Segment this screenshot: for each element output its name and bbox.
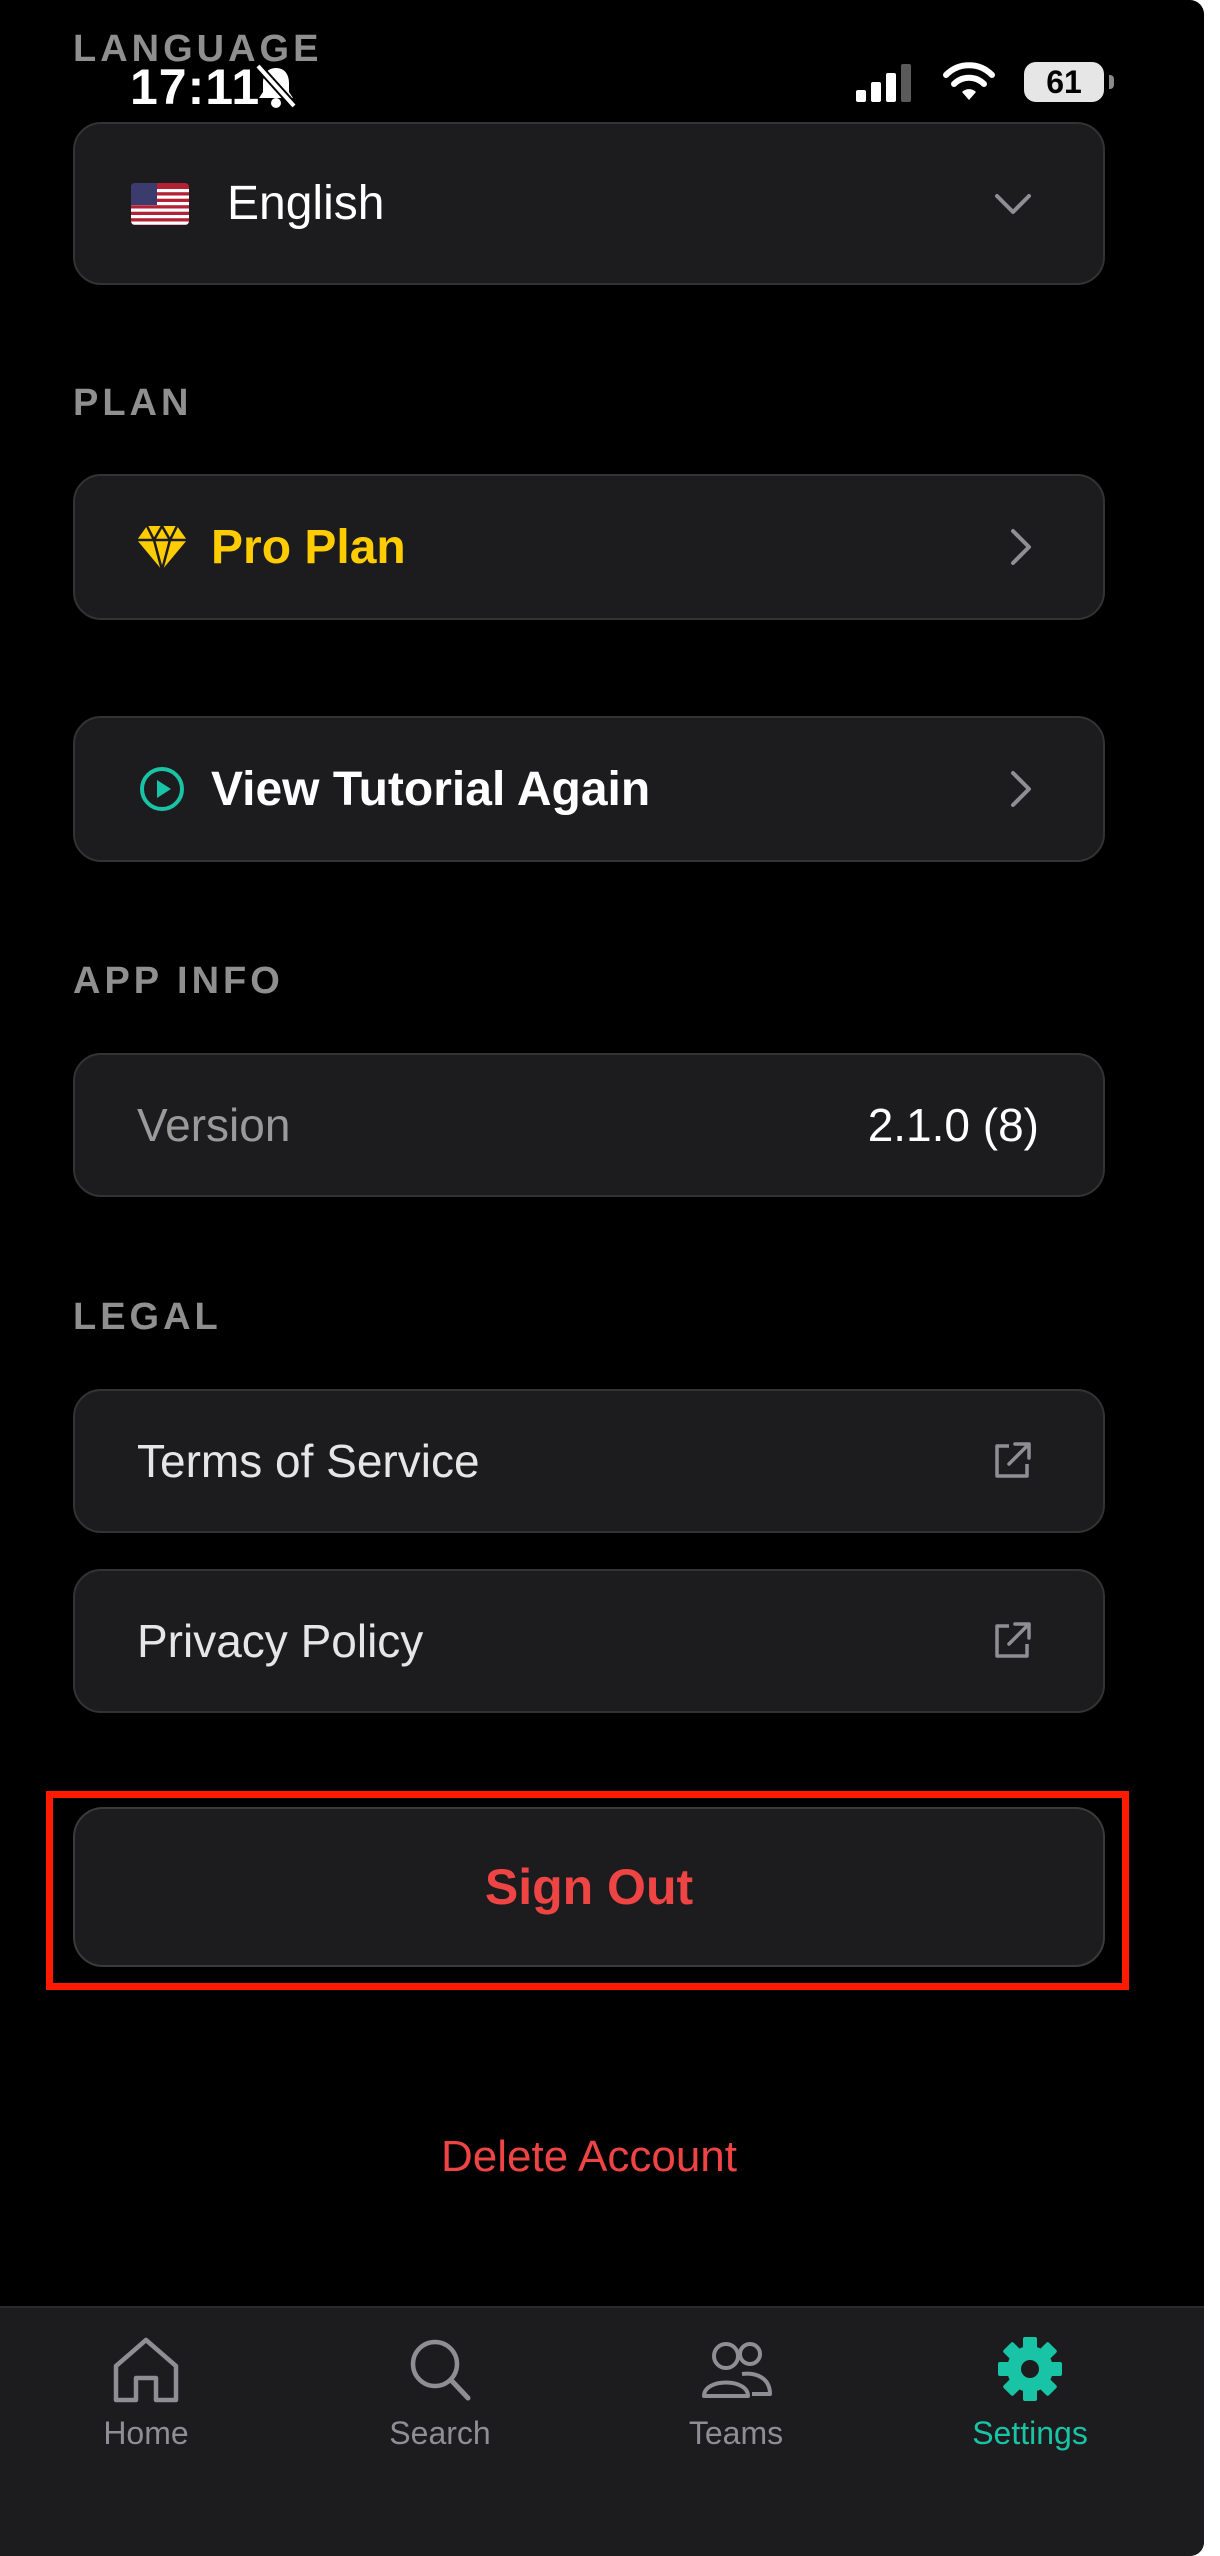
home-icon [113,2337,179,2403]
version-value: 2.1.0 (8) [867,1099,1039,1151]
terms-of-service-row[interactable]: Terms of Service [73,1389,1105,1533]
language-selected: English [227,177,385,230]
tab-bar: Home Search Teams Settings [0,2306,1204,2556]
version-label: Version [137,1099,291,1151]
tab-home[interactable]: Home [46,2334,246,2452]
privacy-label: Privacy Policy [137,1615,424,1667]
view-tutorial-label: View Tutorial Again [211,762,651,816]
tab-teams[interactable]: Teams [636,2334,836,2452]
wifi-icon [943,62,995,100]
section-label-plan: PLAN [73,382,193,424]
status-indicators: 61 [854,62,1114,102]
section-label-app-info: APP INFO [73,960,284,1002]
external-link-icon [995,1622,1031,1658]
settings-screen: LANGUAGE 17:11 61 English PLAN Pro Plan … [0,0,1204,2556]
bell-muted-icon [254,62,298,115]
tab-home-label: Home [103,2415,189,2451]
terms-label: Terms of Service [137,1435,480,1487]
chevron-down-icon [995,193,1031,214]
us-flag-icon [131,182,189,225]
language-dropdown[interactable]: English [73,122,1105,285]
tab-search[interactable]: Search [340,2334,540,2452]
external-link-icon [995,1442,1031,1478]
tab-search-label: Search [389,2415,491,2451]
chevron-right-icon [1011,529,1031,565]
pro-plan-row[interactable]: Pro Plan [73,474,1105,620]
delete-account-link[interactable]: Delete Account [0,2132,1178,2182]
pro-plan-label: Pro Plan [211,520,406,574]
play-circle-icon [140,767,184,811]
chevron-right-icon [1011,771,1031,807]
gear-icon [998,2337,1062,2401]
tab-settings[interactable]: Settings [930,2334,1130,2452]
tab-teams-label: Teams [688,2415,784,2451]
battery-indicator: 61 [1024,62,1114,102]
signal-icon [856,64,911,102]
version-row: Version 2.1.0 (8) [73,1053,1105,1197]
teams-icon [702,2342,772,2398]
view-tutorial-row[interactable]: View Tutorial Again [73,716,1105,862]
section-label-legal: LEGAL [73,1296,222,1338]
status-time: 17:11 [130,59,261,115]
search-icon [410,2339,471,2401]
privacy-policy-row[interactable]: Privacy Policy [73,1569,1105,1713]
diamond-icon [137,523,187,572]
sign-out-highlight-box [46,1791,1129,1990]
tab-settings-label: Settings [972,2415,1088,2451]
